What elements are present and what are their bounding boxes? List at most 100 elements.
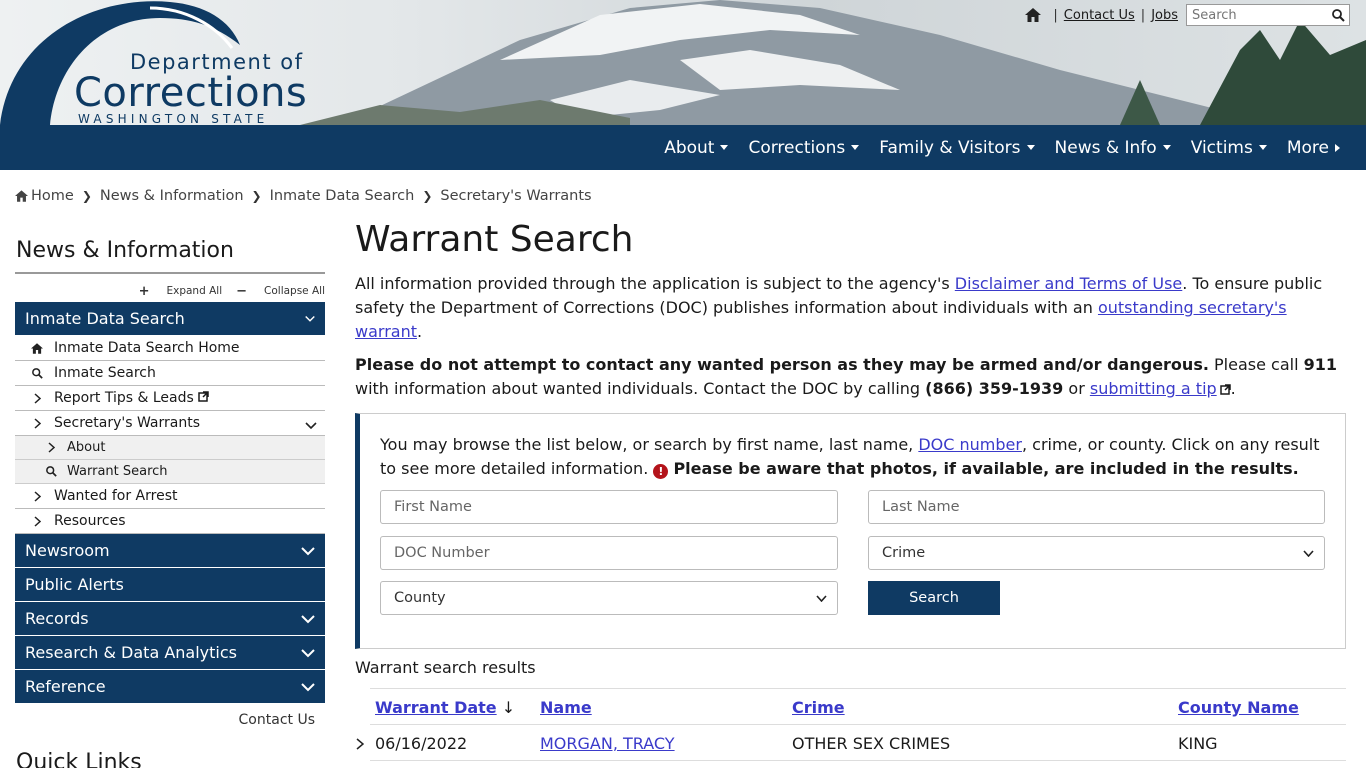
plus-icon: + xyxy=(138,283,150,299)
breadcrumb-inmate-data-search[interactable]: Inmate Data Search xyxy=(270,188,415,204)
search-icon[interactable] xyxy=(1327,5,1349,25)
chevron-right-icon[interactable] xyxy=(356,735,365,754)
sidebar-title: News & Information xyxy=(16,238,234,263)
home-icon xyxy=(15,190,28,202)
sidebar-menu: Inmate Data Search Inmate Data Search Ho… xyxy=(15,302,325,704)
home-icon xyxy=(30,342,44,354)
doc-number-link[interactable]: DOC number xyxy=(918,435,1022,454)
nav-item-label: Corrections xyxy=(748,137,846,158)
sidebar-item-wanted-for-arrest[interactable]: Wanted for Arrest xyxy=(15,484,325,509)
results-table: Warrant Date ↓ Name Crime County Name 06… xyxy=(356,688,1346,761)
sidebar-section-label: Research & Data Analytics xyxy=(25,643,237,662)
county-cell: KING xyxy=(1178,734,1218,753)
logo-state-text: WASHINGTON STATE xyxy=(78,112,269,125)
chevron-right-icon: ❯ xyxy=(251,189,262,203)
crime-cell: OTHER SEX CRIMES xyxy=(792,734,951,753)
warning-text: with information about wanted individual… xyxy=(355,379,926,398)
breadcrumb-news-information[interactable]: News & Information xyxy=(100,188,244,204)
disclaimer-link[interactable]: Disclaimer and Terms of Use xyxy=(955,274,1182,293)
caret-right-icon xyxy=(1335,143,1340,152)
sidebar-item-about[interactable]: About xyxy=(15,436,325,460)
sidebar-item-label: About xyxy=(67,440,106,455)
sidebar-item-label: Inmate Search xyxy=(54,365,156,381)
sidebar-section-inmate-data-search[interactable]: Inmate Data Search xyxy=(15,302,325,336)
sort-name[interactable]: Name xyxy=(540,698,592,717)
chevron-down-icon xyxy=(301,609,315,628)
intro-text: . xyxy=(416,322,423,341)
nav-item-victims[interactable]: Victims xyxy=(1191,138,1267,158)
nav-item-more[interactable]: More xyxy=(1287,138,1340,158)
sidebar-section-label: Records xyxy=(25,609,89,628)
sidebar-section-public-alerts[interactable]: Public Alerts xyxy=(15,568,325,602)
nav-item-label: Victims xyxy=(1190,137,1253,158)
breadcrumb-secretarys-warrants[interactable]: Secretary's Warrants xyxy=(440,188,591,204)
inmate-name-link[interactable]: MORGAN, TRACY xyxy=(540,734,675,753)
external-link-icon xyxy=(1219,384,1231,395)
external-link-icon xyxy=(198,390,209,406)
nav-item-label: About xyxy=(664,137,715,158)
warning-paragraph: Please do not attempt to contact any wan… xyxy=(355,353,1345,401)
county-select[interactable]: County xyxy=(380,581,838,615)
alert-icon: ! xyxy=(653,464,669,479)
sidebar-section-label: Public Alerts xyxy=(25,575,124,594)
sort-crime[interactable]: Crime xyxy=(792,698,845,717)
quick-links-title: Quick Links xyxy=(16,750,142,768)
first-name-field[interactable]: First Name xyxy=(380,490,838,524)
sidebar-section-research-data-analytics[interactable]: Research & Data Analytics xyxy=(15,636,325,670)
nav-item-about[interactable]: About xyxy=(664,137,729,158)
search-instructions: You may browse the list below, or search… xyxy=(380,433,1320,481)
nav-item-corrections[interactable]: Corrections xyxy=(748,137,860,158)
table-header-row: Warrant Date ↓ Name Crime County Name xyxy=(370,689,1346,725)
sidebar-item-report-tips-leads[interactable]: Report Tips & Leads xyxy=(15,386,325,411)
sidebar-item-label: Inmate Data Search Home xyxy=(54,340,240,356)
last-name-field[interactable]: Last Name xyxy=(868,490,1325,524)
breadcrumb-home[interactable]: Home xyxy=(31,188,74,204)
search-button[interactable]: Search xyxy=(868,581,1000,615)
sidebar-section-newsroom[interactable]: Newsroom xyxy=(15,534,325,568)
instruction-text: You may browse the list below, or search… xyxy=(380,435,919,454)
nav-item-label: More xyxy=(1286,137,1329,158)
sidebar-section-label: Inmate Data Search xyxy=(25,309,185,328)
sidebar-item-secretary-s-warrants[interactable]: Secretary's Warrants xyxy=(15,411,325,436)
sidebar-section-label: Reference xyxy=(25,677,106,696)
contact-us-link[interactable]: Contact Us xyxy=(1064,8,1135,23)
nav-item-family-visitors[interactable]: Family & Visitors xyxy=(879,138,1035,158)
warning-text: . xyxy=(1230,379,1236,398)
chevron-right-icon xyxy=(30,515,44,527)
doc-number-field[interactable]: DOC Number xyxy=(380,536,838,570)
chevron-down-icon xyxy=(1303,549,1314,557)
expand-all-label: Expand All xyxy=(166,285,223,297)
sort-county-name[interactable]: County Name xyxy=(1178,698,1299,717)
site-search-input[interactable] xyxy=(1187,5,1327,25)
sidebar-item-inmate-data-search-home[interactable]: Inmate Data Search Home xyxy=(15,336,325,361)
sidebar-item-warrant-search[interactable]: Warrant Search xyxy=(15,460,325,484)
chevron-down-icon xyxy=(301,541,315,560)
sidebar-item-inmate-search[interactable]: Inmate Search xyxy=(15,361,325,386)
crime-select[interactable]: Crime xyxy=(868,536,1325,570)
sidebar-section-records[interactable]: Records xyxy=(15,602,325,636)
jobs-link[interactable]: Jobs xyxy=(1151,8,1178,23)
collapse-all-label: Collapse All xyxy=(264,285,325,297)
chevron-down-icon xyxy=(301,643,315,662)
sidebar-item-label: Warrant Search xyxy=(67,464,168,479)
sidebar-item-resources[interactable]: Resources xyxy=(15,509,325,534)
logo-corrections-text: Corrections xyxy=(74,70,308,116)
collapse-all-button[interactable]: − Collapse All xyxy=(236,283,325,299)
expand-all-button[interactable]: + Expand All xyxy=(139,283,223,299)
sort-warrant-date[interactable]: Warrant Date xyxy=(375,698,497,717)
caret-down-icon xyxy=(1162,145,1171,150)
chevron-right-icon: ❯ xyxy=(81,189,92,203)
expand-collapse-controls: + Expand All − Collapse All xyxy=(15,283,325,299)
warrant-date-cell: 06/16/2022 xyxy=(375,734,468,753)
chevron-right-icon xyxy=(30,490,44,502)
submit-tip-link[interactable]: submitting a tip xyxy=(1090,379,1217,398)
warning-text: Please call xyxy=(1208,355,1304,374)
sidebar-section-reference[interactable]: Reference xyxy=(15,670,325,704)
nav-item-news-info[interactable]: News & Info xyxy=(1055,138,1171,158)
home-icon[interactable] xyxy=(1025,8,1042,22)
warning-text: Please do not attempt to contact any wan… xyxy=(355,355,1209,374)
sidebar-contact-link[interactable]: Contact Us xyxy=(15,712,315,728)
sidebar-item-label: Wanted for Arrest xyxy=(54,488,178,504)
sidebar-item-label: Resources xyxy=(54,513,126,529)
table-row[interactable]: 06/16/2022 MORGAN, TRACY OTHER SEX CRIMES K… xyxy=(356,725,1346,761)
